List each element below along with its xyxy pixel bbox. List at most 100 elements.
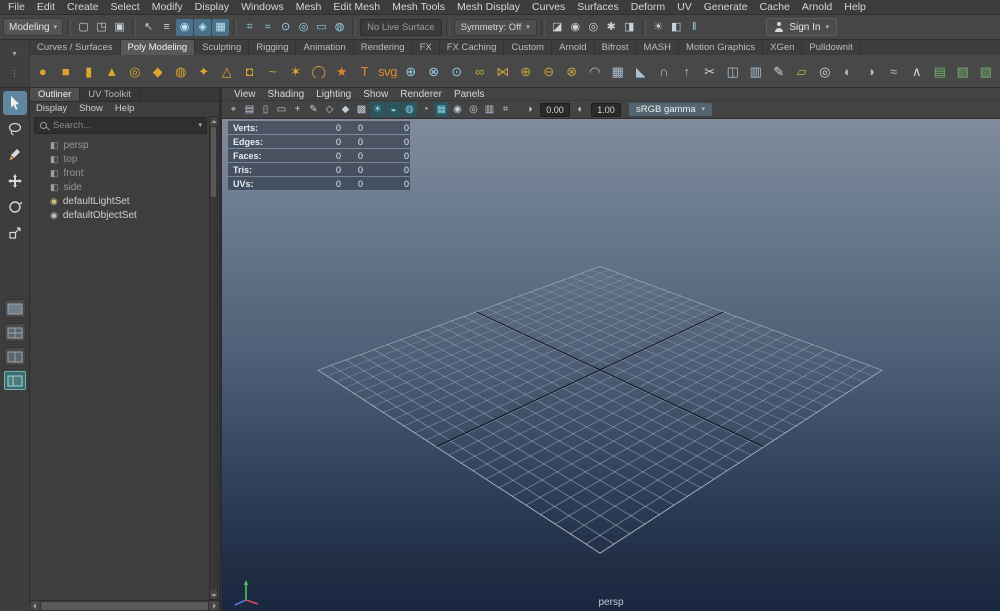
poly-plane-icon[interactable]: ◆	[146, 57, 169, 85]
menubar-item[interactable]: Help	[838, 0, 872, 15]
layout-single-pane[interactable]	[3, 299, 26, 318]
viewport-menu-item[interactable]: Panels	[448, 89, 491, 100]
viewport-menu-item[interactable]: Shading	[262, 89, 311, 100]
poly-gear-icon[interactable]: ✶	[284, 57, 307, 85]
open-render-view-icon[interactable]: ◪	[549, 19, 566, 36]
shelf-tabs-menu-icon[interactable]: ▾	[12, 49, 16, 58]
camera-attributes-icon[interactable]: ▤	[242, 102, 257, 117]
gamma-icon[interactable]: ◐	[573, 102, 588, 117]
shelf-tab[interactable]: Rigging	[249, 40, 297, 55]
shelf-tab[interactable]: Custom	[504, 40, 553, 55]
scrollbar-thumb[interactable]	[211, 127, 216, 197]
snap-together-icon[interactable]: ⊗	[422, 57, 445, 85]
outliner-menu-item[interactable]: Show	[73, 103, 109, 114]
view-transform-select[interactable]: sRGB gamma ▾	[628, 102, 714, 117]
snap-to-points-icon[interactable]: ⊙	[277, 19, 294, 36]
select-tool-context-icon[interactable]: ↖	[140, 19, 157, 36]
motion-blur-icon[interactable]: ◔	[418, 102, 433, 117]
menubar-item[interactable]: Edit Mesh	[327, 0, 386, 15]
menubar-item[interactable]: Mesh Tools	[386, 0, 451, 15]
symmetry-select[interactable]: Symmetry: Off ▾	[453, 18, 537, 36]
outliner-item[interactable]: ◧ side	[30, 180, 219, 194]
ipr-render-icon[interactable]: ◎	[585, 19, 602, 36]
symmetrize-icon[interactable]: ◑	[859, 57, 882, 85]
live-surface-field[interactable]: No Live Surface	[360, 18, 442, 36]
render-current-frame-icon[interactable]: ◉	[567, 19, 584, 36]
save-scene-icon[interactable]: ▣	[111, 19, 128, 36]
layout-two-pane[interactable]	[3, 347, 26, 366]
boolean-difference-icon[interactable]: ⊖	[537, 57, 560, 85]
new-scene-icon[interactable]: ▢	[75, 19, 92, 36]
outliner-tab[interactable]: Outliner	[30, 88, 81, 101]
select-by-object-icon[interactable]: ◉	[176, 18, 194, 36]
scrollbar-thumb[interactable]	[41, 602, 208, 610]
selected-camera-icon[interactable]: ⌖	[226, 102, 241, 117]
grease-pencil-icon[interactable]: ✎	[306, 102, 321, 117]
poly-cube-icon[interactable]: ■	[54, 57, 77, 85]
outliner-item[interactable]: ◉ defaultObjectSet	[30, 208, 219, 222]
offset-edge-loop-icon[interactable]: ▥	[744, 57, 767, 85]
menubar-item[interactable]: Windows	[235, 0, 290, 15]
layout-four-pane[interactable]	[3, 323, 26, 342]
gamma-field[interactable]: 1.00	[591, 102, 621, 117]
shelf-tab[interactable]: MASH	[637, 40, 679, 55]
use-all-lights-icon[interactable]: ☀	[370, 102, 385, 117]
poly-pipe-icon[interactable]: ◘	[238, 57, 261, 85]
multisample-aa-icon[interactable]: ▦	[434, 102, 449, 117]
light-editor-icon[interactable]: ☀	[650, 19, 667, 36]
shelf-tab[interactable]: Curves / Surfaces	[30, 40, 121, 55]
menubar-item[interactable]: Mesh Display	[451, 0, 526, 15]
poly-cone-icon[interactable]: ▲	[100, 57, 123, 85]
layout-outliner-persp[interactable]	[3, 371, 26, 390]
uv-cylindrical-map-icon[interactable]: ▧	[974, 57, 997, 85]
shelf-tab[interactable]: FX Caching	[440, 40, 505, 55]
x-ray-icon[interactable]: ▥	[482, 102, 497, 117]
exposure-field[interactable]: 0.00	[540, 102, 570, 117]
move-tool[interactable]	[3, 169, 27, 193]
shaded-icon[interactable]: ◆	[338, 102, 353, 117]
select-by-component-icon[interactable]: ◈	[194, 18, 212, 36]
outliner-item[interactable]: ◧ persp	[30, 138, 219, 152]
bevel-icon[interactable]: ◣	[629, 57, 652, 85]
lasso-tool[interactable]	[3, 117, 27, 141]
extrude-icon[interactable]: ↑	[675, 57, 698, 85]
menubar-item[interactable]: Arnold	[796, 0, 838, 15]
screen-space-ao-icon[interactable]: ◍	[402, 102, 417, 117]
viewport-menu-item[interactable]: View	[228, 89, 262, 100]
outliner-menu-item[interactable]: Display	[30, 103, 73, 114]
poly-soccerball-icon[interactable]: ◯	[307, 57, 330, 85]
rotate-tool[interactable]	[3, 195, 27, 219]
shelf-tab[interactable]: Arnold	[552, 40, 595, 55]
menubar-item[interactable]: Select	[105, 0, 146, 15]
uv-auto-map-icon[interactable]: ▨	[951, 57, 974, 85]
menubar-item[interactable]: Create	[61, 0, 105, 15]
shelf-tab[interactable]: XGen	[763, 40, 803, 55]
shelf-tab[interactable]: Motion Graphics	[679, 40, 764, 55]
joints-x-ray-icon[interactable]: ⌗	[498, 102, 513, 117]
menubar-item[interactable]: Generate	[698, 0, 754, 15]
scrollbar-track[interactable]	[210, 198, 217, 590]
snap-to-grids-icon[interactable]: ⌗	[241, 19, 258, 36]
outliner-horizontal-scrollbar[interactable]	[30, 600, 219, 611]
menubar-item[interactable]: Edit	[31, 0, 61, 15]
render-settings-icon[interactable]: ✱	[603, 19, 620, 36]
sign-in-button[interactable]: Sign In ▾	[766, 18, 837, 36]
menubar-item[interactable]: Curves	[526, 0, 571, 15]
bridge-icon[interactable]: ∩	[652, 57, 675, 85]
search-input[interactable]	[53, 120, 195, 131]
boolean-union-icon[interactable]: ⊕	[514, 57, 537, 85]
poly-sphere-icon[interactable]: ●	[31, 57, 54, 85]
highlight-selection-mode-icon[interactable]: ▦	[212, 18, 230, 36]
poly-torus-icon[interactable]: ◎	[123, 57, 146, 85]
paint-select-tool[interactable]	[3, 143, 27, 167]
outliner-vertical-scrollbar[interactable]	[209, 116, 218, 600]
subdivide-icon[interactable]: ▦	[606, 57, 629, 85]
outliner-item[interactable]: ◧ front	[30, 166, 219, 180]
bookmarks-icon[interactable]: ▯	[258, 102, 273, 117]
menubar-item[interactable]: Mesh	[290, 0, 328, 15]
shelf-tab[interactable]: Sculpting	[195, 40, 250, 55]
smooth-icon[interactable]: ◠	[583, 57, 606, 85]
viewport-menu-item[interactable]: Lighting	[310, 89, 357, 100]
open-scene-icon[interactable]: ◳	[93, 19, 110, 36]
isolate-select-icon[interactable]: ◎	[466, 102, 481, 117]
